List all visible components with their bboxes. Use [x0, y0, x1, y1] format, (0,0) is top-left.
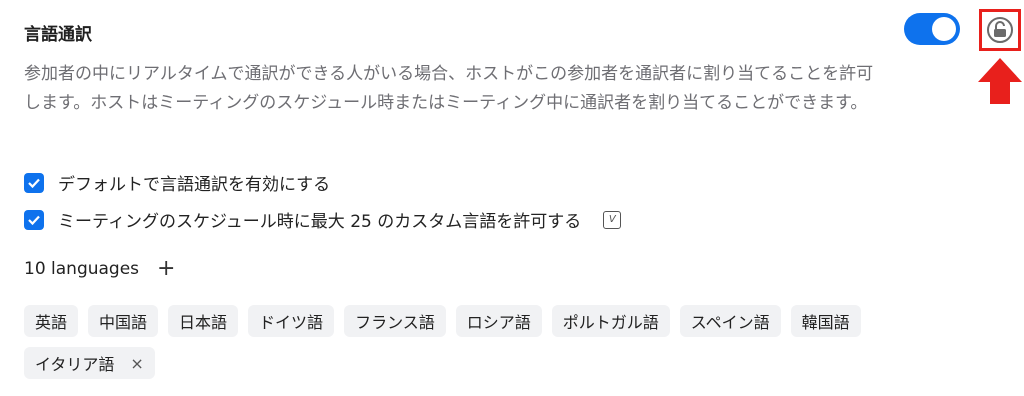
option-label: ミーティングのスケジュール時に最大 25 のカスタム言語を許可する — [58, 212, 582, 232]
chip-label: スペイン語 — [690, 313, 770, 332]
setting-title: 言語通訳 — [24, 25, 92, 45]
language-chip: ポルトガル語 — [551, 305, 670, 337]
language-chip: 日本語 — [168, 305, 239, 337]
setting-description: 参加者の中にリアルタイムで通訳ができる人がいる場合、ホストがこの参加者を通訳者に… — [24, 64, 874, 113]
check-icon — [28, 178, 40, 188]
option-custom-languages[interactable]: ミーティングのスケジュール時に最大 25 のカスタム言語を許可する V — [24, 207, 622, 232]
language-chip: スペイン語 — [679, 305, 781, 337]
unlock-icon[interactable] — [986, 16, 1014, 44]
language-chip-list: 英語 中国語 日本語 ドイツ語 フランス語 ロシア語 ポルトガル語 スペイン語 … — [24, 305, 894, 389]
checkbox-checked[interactable] — [24, 209, 44, 230]
language-chip[interactable]: イタリア語 × — [24, 347, 155, 379]
add-language-icon[interactable]: + — [157, 258, 175, 280]
chip-label: 中国語 — [99, 313, 148, 332]
language-count-row: 10 languages + — [24, 258, 175, 280]
chip-label: フランス語 — [355, 313, 435, 332]
enable-toggle[interactable] — [904, 13, 960, 45]
chip-label: 英語 — [35, 313, 68, 332]
language-chip: 中国語 — [88, 305, 159, 337]
chip-label: ドイツ語 — [259, 313, 324, 332]
option-label: デフォルトで言語通訳を有効にする — [58, 175, 331, 195]
language-chip: ドイツ語 — [248, 305, 335, 337]
chip-label: ロシア語 — [466, 313, 531, 332]
chip-label: ポルトガル語 — [562, 313, 659, 332]
option-default-enable[interactable]: デフォルトで言語通訳を有効にする — [24, 170, 330, 195]
check-icon — [28, 215, 40, 225]
lock-highlight-box — [979, 9, 1021, 51]
checkbox-checked[interactable] — [24, 172, 44, 193]
language-chip: 韓国語 — [790, 305, 861, 337]
red-arrow-up-icon — [978, 58, 1022, 104]
toggle-knob — [932, 17, 956, 41]
chip-label: イタリア語 — [35, 355, 115, 374]
language-chip: 英語 — [24, 305, 79, 337]
language-chip: ロシア語 — [455, 305, 542, 337]
version-badge-icon: V — [603, 210, 622, 229]
chip-label: 韓国語 — [801, 313, 850, 332]
remove-chip-icon[interactable]: × — [130, 354, 143, 373]
language-count-label: 10 languages — [24, 259, 140, 279]
chip-label: 日本語 — [179, 313, 228, 332]
language-chip: フランス語 — [344, 305, 446, 337]
